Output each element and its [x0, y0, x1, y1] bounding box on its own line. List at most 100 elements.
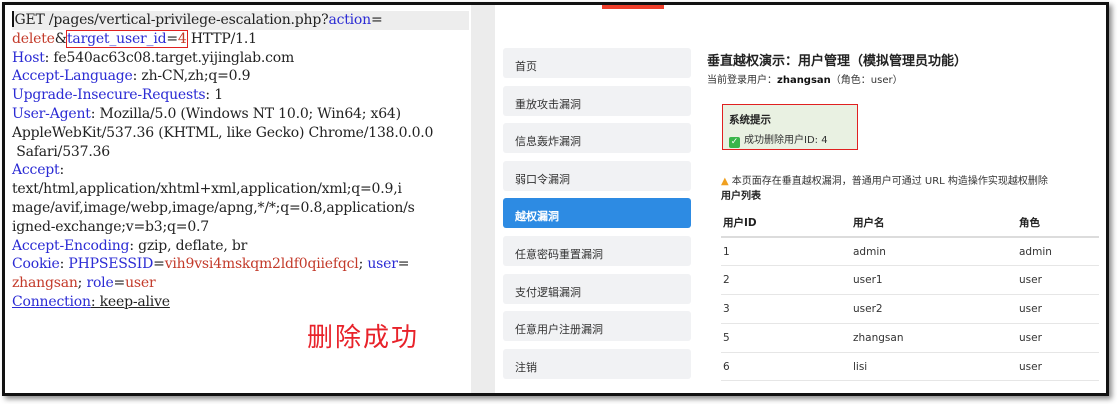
table-row: 6 lisi user — [721, 352, 1099, 382]
request-line: Accept-Language: zh-CN,zh;q=0.9 — [12, 67, 469, 86]
request-token: : zh-CN,zh;q=0.9 — [132, 68, 251, 85]
request-token: Safari/537.36 — [12, 143, 110, 160]
main-content: 垂直越权演示：用户管理（模拟管理员功能） 当前登录用户：zhangsan（角色：… — [707, 5, 1103, 393]
request-line: Accept-Encoding: gzip, deflate, br — [12, 237, 469, 256]
table-cell: user1 — [851, 265, 1017, 296]
col-username: 用户名 — [851, 209, 1017, 238]
request-token: Cookie — [12, 256, 60, 273]
panel-divider — [471, 5, 495, 393]
request-line: Safari/537.36 — [12, 143, 469, 162]
request-line: Host: fe540ac63c08.target.yijinglab.com — [12, 49, 469, 68]
request-token: user — [125, 275, 156, 292]
request-token: delete — [12, 30, 55, 47]
request-token: igned-exchange;v=b3;q=0.7 — [12, 218, 209, 235]
request-token: Upgrade-Insecure-Requests — [12, 87, 206, 104]
sidebar-item[interactable]: 弱口令漏洞 — [503, 160, 691, 191]
col-user-id: 用户ID — [721, 209, 851, 238]
table-cell: 3 — [721, 294, 851, 324]
request-line: User-Agent: Mozilla/5.0 (Windows NT 10.0… — [12, 105, 469, 124]
request-token: vih9vsi4mskqm2ldf0qiiefqcl — [164, 256, 359, 273]
request-token: Accept-Language — [12, 68, 133, 85]
request-token: Accept-Encoding — [12, 237, 130, 254]
text-cursor — [12, 11, 14, 27]
col-role: 角色 — [1017, 209, 1099, 238]
request-token: user — [367, 256, 398, 273]
sidebar-item[interactable]: 任意密码重置漏洞 — [503, 235, 691, 266]
request-line: GET /pages/vertical-privilege-escalation… — [12, 11, 469, 30]
request-token: : fe540ac63c08.target.yijinglab.com — [44, 49, 295, 66]
request-token: role — [86, 275, 114, 292]
sidebar-item[interactable]: 任意用户注册漏洞 — [503, 311, 691, 342]
request-token: User-Agent — [12, 105, 91, 122]
screenshot-frame: GET /pages/vertical-privilege-escalation… — [2, 2, 1109, 396]
delete-success-annotation: 删除成功 — [307, 323, 420, 353]
request-line: text/html,application/xhtml+xml,applicat… — [12, 180, 469, 199]
sidebar-item[interactable]: 注销 — [503, 348, 691, 379]
table-cell: lisi — [851, 352, 1017, 382]
sidebar-item[interactable]: 首页 — [503, 48, 691, 78]
request-token: = — [166, 30, 178, 47]
request-line: AppleWebKit/537.36 (KHTML, like Gecko) C… — [12, 124, 469, 143]
checkmark-icon: ✓ — [729, 137, 740, 148]
request-token: = — [113, 275, 126, 292]
request-line: Accept: — [12, 161, 469, 180]
table-cell: user — [1017, 265, 1099, 296]
table-row: 3 user2 user — [721, 294, 1099, 324]
page-title: 垂直越权演示：用户管理（模拟管理员功能） — [707, 54, 968, 69]
request-token: : 1 — [205, 87, 223, 104]
request-token: action — [328, 12, 371, 28]
request-token: Accept — [12, 162, 60, 179]
request-token: mage/avif,image/webp,image/apng,*/*;q=0.… — [12, 199, 415, 216]
table-row: 2 user1 user — [721, 265, 1099, 296]
sidebar-item[interactable]: 信息轰炸漏洞 — [503, 123, 691, 154]
current-user-role: （角色：user） — [830, 75, 903, 86]
request-token: = — [370, 12, 383, 28]
request-line: igned-exchange;v=b3;q=0.7 — [12, 218, 469, 237]
web-app-panel: 首页重放攻击漏洞 信息轰炸漏洞 弱口令漏洞越权漏洞任意密码重置漏洞 支付逻辑漏洞 任意用… — [495, 5, 1106, 393]
request-line: mage/avif,image/webp,image/apng,*/*;q=0.… — [12, 199, 469, 218]
table-cell: 2 — [721, 265, 851, 296]
current-user-name: zhangsan — [777, 75, 831, 86]
sidebar-item[interactable]: 支付逻辑漏洞 — [503, 273, 691, 304]
request-token: : gzip, deflate, br — [129, 237, 248, 254]
request-line: Connection: keep-alive — [12, 293, 469, 312]
table-header-row: 用户ID 用户名 角色 — [721, 209, 1099, 238]
notice-title: 系统提示 — [729, 114, 771, 126]
request-token: AppleWebKit/537.36 (KHTML, like Gecko) C… — [12, 124, 434, 141]
table-cell: user — [1017, 323, 1099, 353]
warning-icon: ▲ — [721, 176, 729, 187]
request-token: 4 — [177, 30, 187, 47]
request-token: zhangsan — [12, 275, 78, 292]
request-line: Cookie: PHPSESSID=vih9vsi4mskqm2ldf0qiie… — [12, 255, 469, 274]
table-row: 5 zhangsan user — [721, 323, 1099, 353]
table-cell: admin — [851, 237, 1017, 267]
table-row: 1 admin admin — [721, 237, 1099, 267]
request-token: PHPSESSID — [68, 256, 154, 273]
sidebar-item[interactable]: 越权漏洞 — [503, 198, 691, 229]
request-token: Host — [12, 49, 45, 66]
request-line: Upgrade-Insecure-Requests: 1 — [12, 86, 469, 105]
table-cell: 1 — [721, 237, 851, 267]
sidebar-item[interactable]: 重放攻击漏洞 — [503, 85, 691, 116]
sidebar-nav: 首页重放攻击漏洞 信息轰炸漏洞 弱口令漏洞越权漏洞任意密码重置漏洞 支付逻辑漏洞 任意用… — [503, 48, 691, 386]
table-cell: 5 — [721, 323, 851, 353]
user-table: 用户ID 用户名 角色 1 admin admin 2 user1 user 3 user2 u… — [721, 209, 1099, 382]
warning-text: 本页面存在垂直越权漏洞，普通用户可通过 URL 构造操作实现越权删除 — [731, 176, 1048, 187]
table-cell: user — [1017, 352, 1099, 382]
notice-message-row: ✓ 成功删除用户ID: 4 — [729, 131, 857, 148]
table-cell: admin — [1017, 237, 1099, 267]
request-token: : Mozilla/5.0 (Windows NT 10.0; Win64; x… — [90, 105, 401, 122]
request-token: Connection — [12, 293, 91, 310]
notice-message: 成功删除用户ID: 4 — [744, 135, 828, 146]
request-token: : — [59, 162, 64, 179]
table-cell: zhangsan — [851, 323, 1017, 353]
request-token: target_user_id — [67, 30, 167, 47]
request-token: GET /pages/vertical-privilege-escalation… — [14, 12, 329, 28]
top-accent-mark — [602, 5, 664, 9]
highlighted-param-box: target_user_id=4 — [66, 29, 188, 48]
warning-line: ▲ 本页面存在垂直越权漏洞，普通用户可通过 URL 构造操作实现越权删除 — [721, 172, 1048, 187]
user-list-title: 用户列表 — [721, 191, 761, 202]
request-line: delete&target_user_id=4 HTTP/1.1 — [12, 29, 469, 49]
system-notice: 系统提示 ✓ 成功删除用户ID: 4 — [722, 104, 858, 150]
current-user-line: 当前登录用户：zhangsan（角色：user） — [707, 71, 903, 86]
